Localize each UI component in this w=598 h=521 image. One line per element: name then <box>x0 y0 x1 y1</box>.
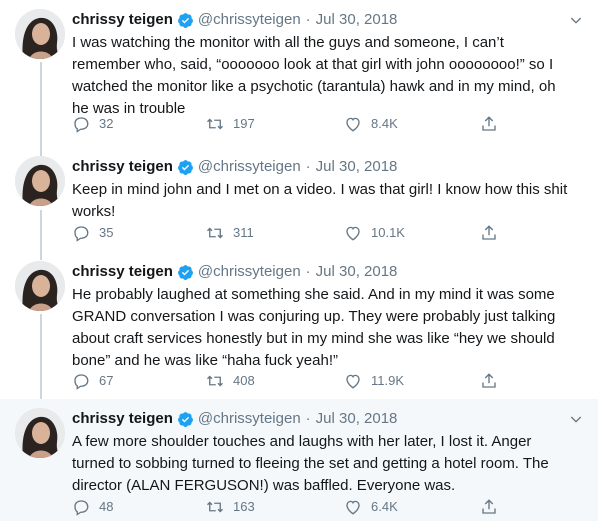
separator-dot: · <box>305 11 311 28</box>
tweet-content: chrissy teigen @chrissyteigen · Jul 30, … <box>72 409 584 497</box>
like-button[interactable]: 10.1K <box>344 224 405 242</box>
like-icon <box>346 500 360 515</box>
like-count: 10.1K <box>371 225 405 240</box>
reply-icon <box>74 374 89 390</box>
tweet-header: chrissy teigen @chrissyteigen · Jul 30, … <box>72 157 584 177</box>
tweet-actions: 48 163 6.4K <box>72 497 512 517</box>
retweet-button[interactable]: 311 <box>206 224 254 242</box>
avatar[interactable] <box>15 156 65 206</box>
like-icon <box>346 226 360 241</box>
author-name[interactable]: chrissy teigen <box>72 10 173 30</box>
like-count: 6.4K <box>371 499 398 514</box>
like-icon <box>346 117 360 132</box>
like-count: 8.4K <box>371 116 398 131</box>
tweet[interactable]: chrissy teigen @chrissyteigen · Jul 30, … <box>0 0 598 147</box>
tweet-date[interactable]: Jul 30, 2018 <box>316 409 398 429</box>
tweet-actions: 32 197 8.4K <box>72 114 512 134</box>
retweet-icon <box>207 501 223 513</box>
retweet-count: 197 <box>233 116 255 131</box>
retweet-icon <box>207 118 223 130</box>
retweet-count: 408 <box>233 373 255 388</box>
verified-badge-icon <box>177 411 193 427</box>
share-button[interactable] <box>480 115 507 133</box>
reply-button[interactable]: 35 <box>72 224 113 242</box>
tweet-content: chrissy teigen @chrissyteigen · Jul 30, … <box>72 157 584 223</box>
retweet-button[interactable]: 163 <box>206 498 255 516</box>
tweet-content: chrissy teigen @chrissyteigen · Jul 30, … <box>72 262 584 372</box>
like-button[interactable]: 8.4K <box>344 115 398 133</box>
reply-count: 35 <box>99 225 114 240</box>
separator-dot: · <box>305 158 311 175</box>
verified-badge-icon <box>177 12 193 28</box>
retweet-icon <box>207 227 223 239</box>
like-icon <box>346 374 360 389</box>
tweet-text: He probably laughed at something she sai… <box>72 286 556 369</box>
reply-button[interactable]: 67 <box>72 372 113 390</box>
tweet[interactable]: chrissy teigen @chrissyteigen · Jul 30, … <box>0 252 598 399</box>
author-name[interactable]: chrissy teigen <box>72 409 173 429</box>
retweet-count: 163 <box>233 499 255 514</box>
avatar[interactable] <box>15 9 65 59</box>
tweet-header: chrissy teigen @chrissyteigen · Jul 30, … <box>72 262 584 282</box>
author-handle[interactable]: @chrissyteigen <box>198 409 301 429</box>
reply-button[interactable]: 32 <box>72 115 113 133</box>
share-button[interactable] <box>480 372 507 390</box>
author-handle[interactable]: @chrissyteigen <box>198 10 301 30</box>
tweet-content: chrissy teigen @chrissyteigen · Jul 30, … <box>72 10 584 120</box>
verified-badge-icon <box>177 264 193 280</box>
tweet-actions: 67 408 11.9K <box>72 371 512 391</box>
tweet-header: chrissy teigen @chrissyteigen · Jul 30, … <box>72 409 584 429</box>
tweet-thread: chrissy teigen @chrissyteigen · Jul 30, … <box>0 0 598 521</box>
author-name[interactable]: chrissy teigen <box>72 157 173 177</box>
retweet-count: 311 <box>233 225 254 240</box>
author-name[interactable]: chrissy teigen <box>72 262 173 282</box>
tweet-text: Keep in mind john and I met on a video. … <box>72 181 568 220</box>
like-button[interactable]: 11.9K <box>344 372 404 390</box>
share-icon <box>482 116 496 131</box>
tweet-header: chrissy teigen @chrissyteigen · Jul 30, … <box>72 10 584 30</box>
tweet-text: I was watching the monitor with all the … <box>72 34 556 117</box>
tweet-date[interactable]: Jul 30, 2018 <box>316 262 398 282</box>
tweet-actions: 35 311 10.1K <box>72 223 512 243</box>
share-button[interactable] <box>480 224 507 242</box>
share-icon <box>482 225 496 240</box>
tweet[interactable]: chrissy teigen @chrissyteigen · Jul 30, … <box>0 147 598 252</box>
separator-dot: · <box>305 263 311 280</box>
reply-count: 48 <box>99 499 114 514</box>
tweet-highlighted[interactable]: chrissy teigen @chrissyteigen · Jul 30, … <box>0 399 598 521</box>
like-button[interactable]: 6.4K <box>344 498 398 516</box>
reply-icon <box>74 500 89 516</box>
verified-badge-icon <box>177 159 193 175</box>
author-handle[interactable]: @chrissyteigen <box>198 157 301 177</box>
share-icon <box>482 499 496 514</box>
caret-down-icon[interactable] <box>568 411 584 427</box>
share-icon <box>482 373 496 388</box>
share-button[interactable] <box>480 498 507 516</box>
reply-button[interactable]: 48 <box>72 498 113 516</box>
retweet-icon <box>207 375 223 387</box>
tweet-text: A few more shoulder touches and laughs w… <box>72 433 549 494</box>
avatar[interactable] <box>15 408 65 458</box>
like-count: 11.9K <box>371 373 405 388</box>
author-handle[interactable]: @chrissyteigen <box>198 262 301 282</box>
reply-count: 32 <box>99 116 114 131</box>
retweet-button[interactable]: 408 <box>206 372 255 390</box>
reply-count: 67 <box>99 373 114 388</box>
tweet-date[interactable]: Jul 30, 2018 <box>316 157 398 177</box>
avatar[interactable] <box>15 261 65 311</box>
tweet-date[interactable]: Jul 30, 2018 <box>316 10 398 30</box>
caret-down-icon[interactable] <box>568 12 584 28</box>
reply-icon <box>74 226 89 242</box>
reply-icon <box>74 117 89 133</box>
separator-dot: · <box>305 410 311 427</box>
retweet-button[interactable]: 197 <box>206 115 255 133</box>
